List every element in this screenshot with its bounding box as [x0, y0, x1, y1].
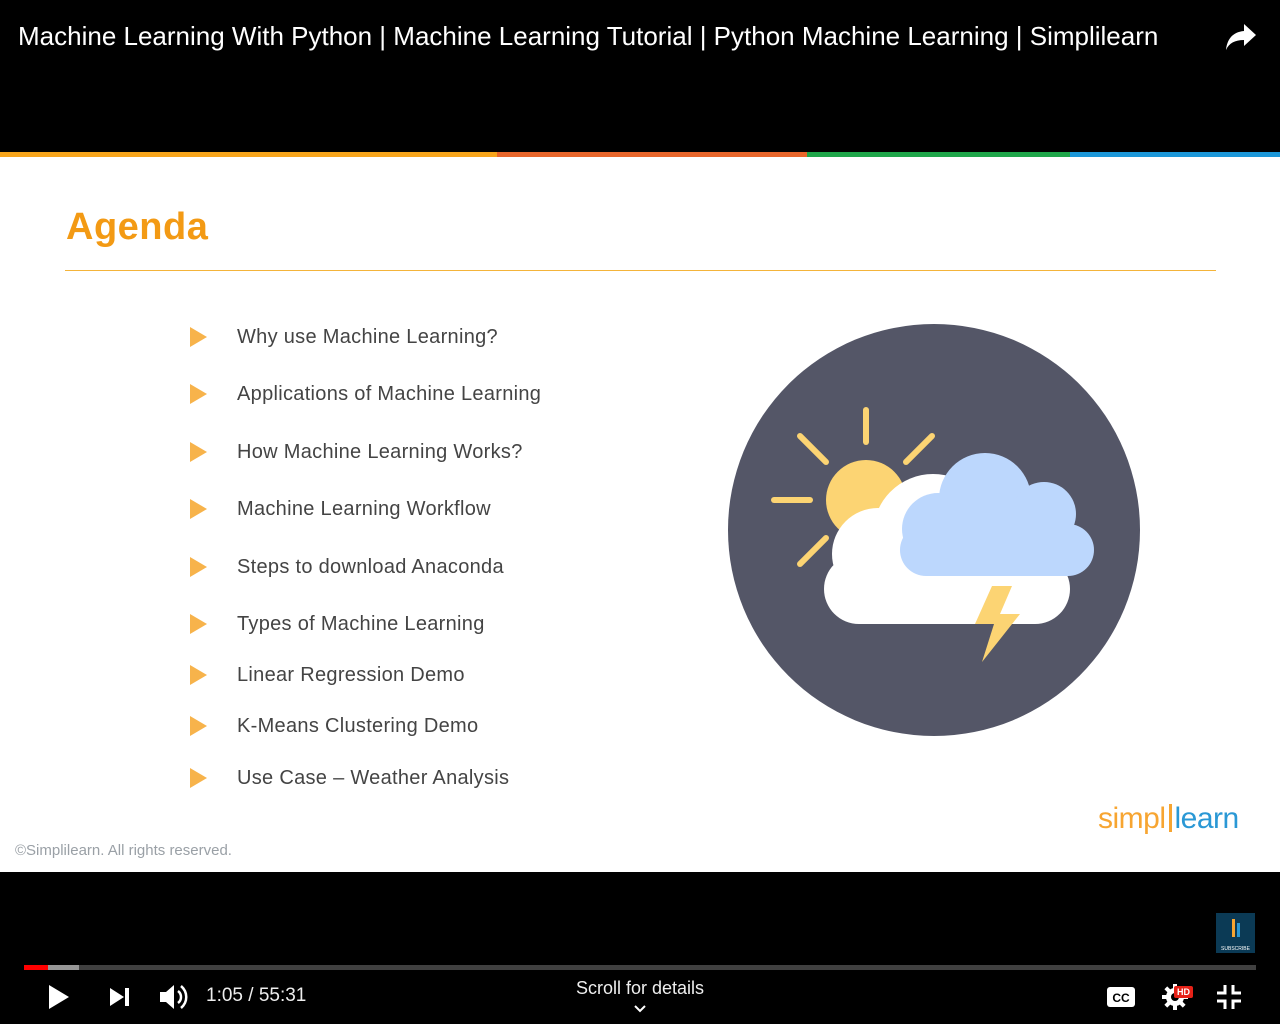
play-button[interactable] — [46, 984, 72, 1010]
agenda-item-label: Steps to download Anaconda — [237, 555, 504, 578]
agenda-item-label: Why use Machine Learning? — [237, 325, 498, 348]
captions-icon: CC — [1107, 987, 1135, 1007]
time-display: 1:05 / 55:31 — [206, 985, 306, 1007]
play-triangle-icon — [190, 768, 207, 788]
captions-button[interactable]: CC — [1106, 986, 1136, 1008]
play-triangle-icon — [190, 614, 207, 634]
play-triangle-icon — [190, 665, 207, 685]
play-triangle-icon — [190, 716, 207, 736]
play-triangle-icon — [190, 384, 207, 404]
agenda-item: Why use Machine Learning? — [190, 322, 498, 352]
exit-fullscreen-icon — [1217, 985, 1241, 1009]
time-separator: / — [242, 985, 259, 1006]
weather-storm-icon — [728, 324, 1140, 736]
progress-bar[interactable] — [24, 965, 1256, 970]
logo-part-learn: learn — [1174, 802, 1240, 835]
agenda-item-label: Linear Regression Demo — [237, 663, 465, 686]
color-stripe — [0, 152, 1280, 157]
agenda-item-label: Use Case – Weather Analysis — [237, 766, 510, 789]
next-button[interactable] — [108, 986, 132, 1008]
watermark-label: SUBSCRIBE — [1221, 946, 1251, 952]
copyright-notice: ©Simplilearn. All rights reserved. — [15, 842, 232, 859]
agenda-item-label: Types of Machine Learning — [237, 612, 485, 635]
svg-text:CC: CC — [1112, 991, 1130, 1005]
play-triangle-icon — [190, 499, 207, 519]
stripe-segment-orange — [0, 152, 497, 157]
stripe-segment-green — [807, 152, 1070, 157]
scroll-for-details[interactable]: Scroll for details — [540, 978, 740, 999]
chevron-down-icon[interactable] — [632, 1003, 648, 1015]
logo-separator — [1168, 804, 1172, 832]
agenda-item: Types of Machine Learning — [190, 609, 485, 639]
next-icon — [110, 988, 129, 1006]
agenda-item-label: How Machine Learning Works? — [237, 440, 523, 463]
title-divider — [65, 270, 1216, 271]
settings-button[interactable]: HD — [1160, 982, 1200, 1012]
logo-part-simpl: simpl — [1098, 802, 1166, 835]
agenda-item: Machine Learning Workflow — [190, 494, 491, 524]
slide-frame: Agenda Why use Machine Learning? Applicat… — [0, 152, 1280, 872]
simplilearn-logo: simpl learn — [1098, 802, 1239, 836]
agenda-item: Steps to download Anaconda — [190, 552, 504, 582]
video-title[interactable]: Machine Learning With Python | Machine L… — [18, 20, 1158, 52]
agenda-item: K-Means Clustering Demo — [190, 711, 478, 741]
play-triangle-icon — [190, 442, 207, 462]
play-triangle-icon — [190, 327, 207, 347]
share-button[interactable] — [1224, 22, 1258, 52]
agenda-item: Linear Regression Demo — [190, 660, 465, 690]
exit-fullscreen-button[interactable] — [1216, 984, 1242, 1010]
channel-logo-icon: SUBSCRIBE — [1221, 919, 1251, 952]
current-time: 1:05 — [206, 985, 243, 1006]
agenda-item-label: K-Means Clustering Demo — [237, 714, 479, 737]
play-triangle-icon — [190, 557, 207, 577]
agenda-item: Applications of Machine Learning — [190, 379, 541, 409]
share-arrow-icon — [1226, 24, 1256, 50]
subscribe-watermark[interactable]: SUBSCRIBE — [1216, 913, 1255, 953]
volume-icon — [160, 985, 188, 1009]
agenda-item: How Machine Learning Works? — [190, 437, 523, 467]
slide-title: Agenda — [66, 206, 209, 248]
agenda-item: Use Case – Weather Analysis — [190, 763, 509, 793]
agenda-item-label: Machine Learning Workflow — [237, 497, 491, 520]
duration: 55:31 — [258, 985, 307, 1006]
volume-button[interactable] — [158, 983, 188, 1011]
stripe-segment-red — [497, 152, 807, 157]
hd-badge: HD — [1174, 986, 1193, 998]
progress-played — [24, 965, 49, 970]
agenda-item-label: Applications of Machine Learning — [237, 382, 542, 405]
stripe-segment-blue — [1070, 152, 1280, 157]
play-icon — [49, 985, 69, 1009]
